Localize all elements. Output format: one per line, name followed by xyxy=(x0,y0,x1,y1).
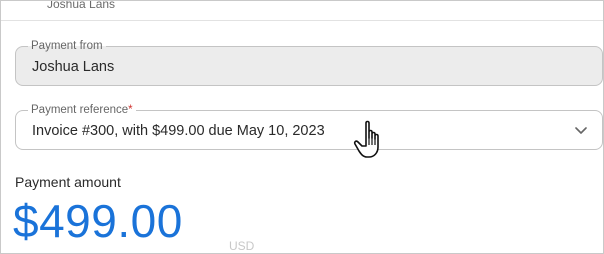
payment-from-label: Payment from xyxy=(28,39,106,53)
payment-reference-value: Invoice #300, with $499.00 due May 10, 2… xyxy=(32,123,325,139)
required-marker: * xyxy=(128,104,133,116)
payment-from-value: Joshua Lans xyxy=(32,59,115,75)
divider xyxy=(1,20,603,21)
payment-amount-value: $499.00 xyxy=(13,195,183,247)
payment-from-field: Payment from Joshua Lans xyxy=(15,39,603,86)
header-name: Joshua Lans xyxy=(47,0,116,11)
payment-reference-label: Payment reference* xyxy=(28,103,136,117)
payment-form: Joshua Lans Payment from Joshua Lans Pay… xyxy=(0,0,604,254)
payment-reference-select[interactable]: Payment reference* Invoice #300, with $4… xyxy=(15,103,603,150)
hand-pointer-icon xyxy=(353,120,379,158)
chevron-down-icon[interactable] xyxy=(574,123,588,137)
payment-amount-label: Payment amount xyxy=(15,174,121,190)
currency-label: USD xyxy=(229,239,255,253)
